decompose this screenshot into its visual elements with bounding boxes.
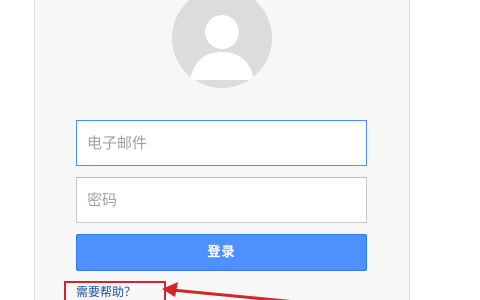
signin-button[interactable]: 登录 <box>76 234 367 271</box>
email-field[interactable] <box>76 120 367 166</box>
red-arrow-annotation-icon <box>162 282 291 300</box>
password-field[interactable] <box>76 177 367 223</box>
need-help-link[interactable]: 需要帮助？ <box>76 283 136 300</box>
login-page: 登录 需要帮助？ <box>0 0 480 300</box>
